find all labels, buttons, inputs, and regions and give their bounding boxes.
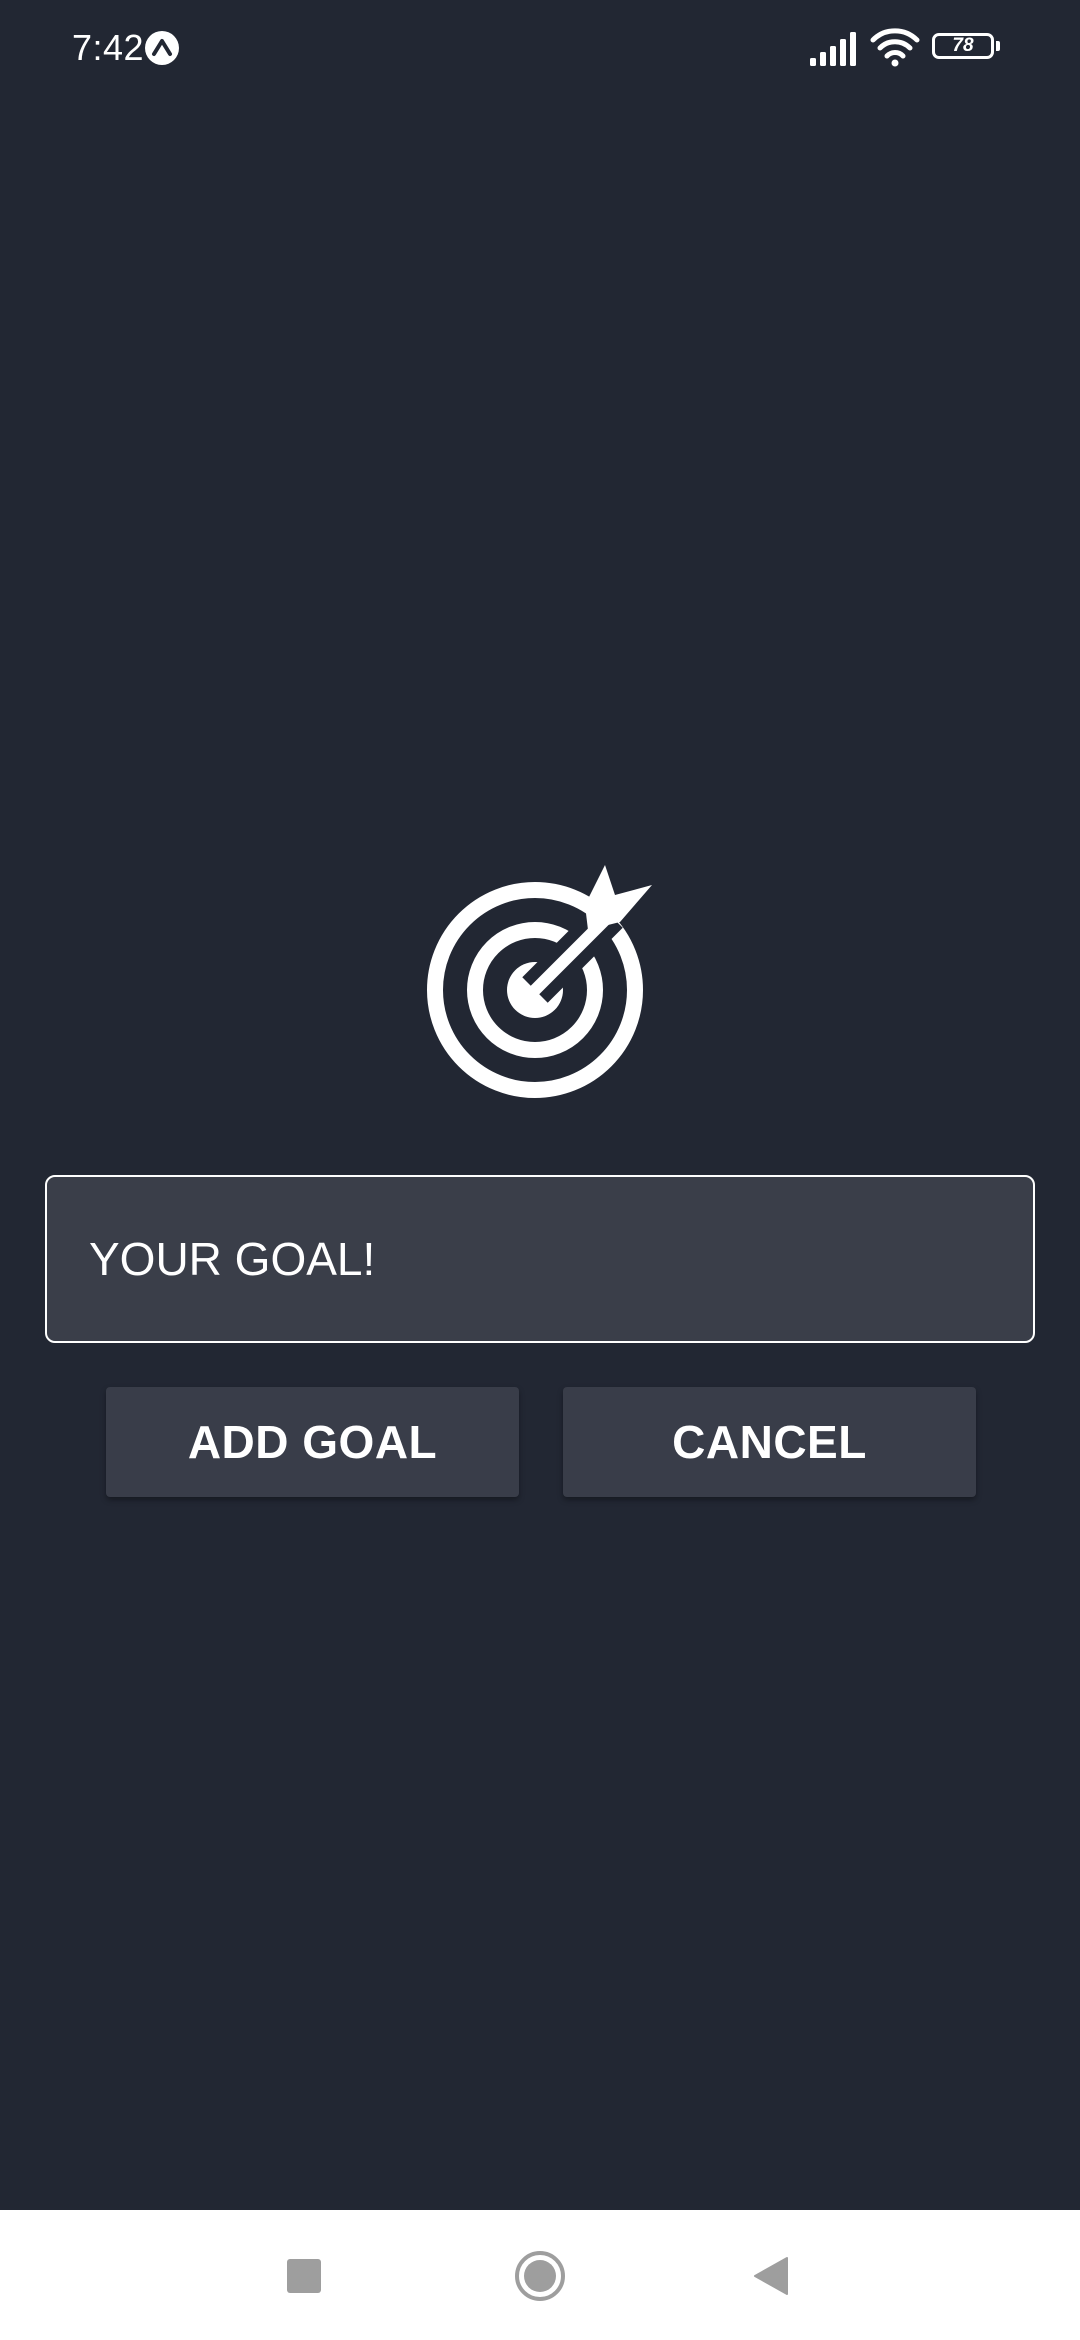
expo-badge-icon xyxy=(145,31,179,65)
square-recents-icon[interactable] xyxy=(287,2259,321,2293)
add-goal-button[interactable]: ADD GOAL xyxy=(106,1387,519,1497)
status-time: 7:42 xyxy=(72,27,145,68)
cellular-signal-icon xyxy=(810,32,856,66)
triangle-back-icon[interactable] xyxy=(753,2256,789,2296)
battery-indicator: 78 xyxy=(932,33,1002,63)
navigation-bar xyxy=(0,2210,1080,2340)
wifi-icon xyxy=(870,28,920,67)
battery-tip xyxy=(996,41,1000,51)
status-bar: 7:42 78 xyxy=(0,0,1080,96)
goal-input[interactable] xyxy=(45,1175,1035,1343)
battery-level: 78 xyxy=(952,35,974,56)
circle-home-icon[interactable] xyxy=(514,2250,566,2302)
target-arrow-icon xyxy=(427,865,652,1098)
cancel-button[interactable]: CANCEL xyxy=(563,1387,976,1497)
